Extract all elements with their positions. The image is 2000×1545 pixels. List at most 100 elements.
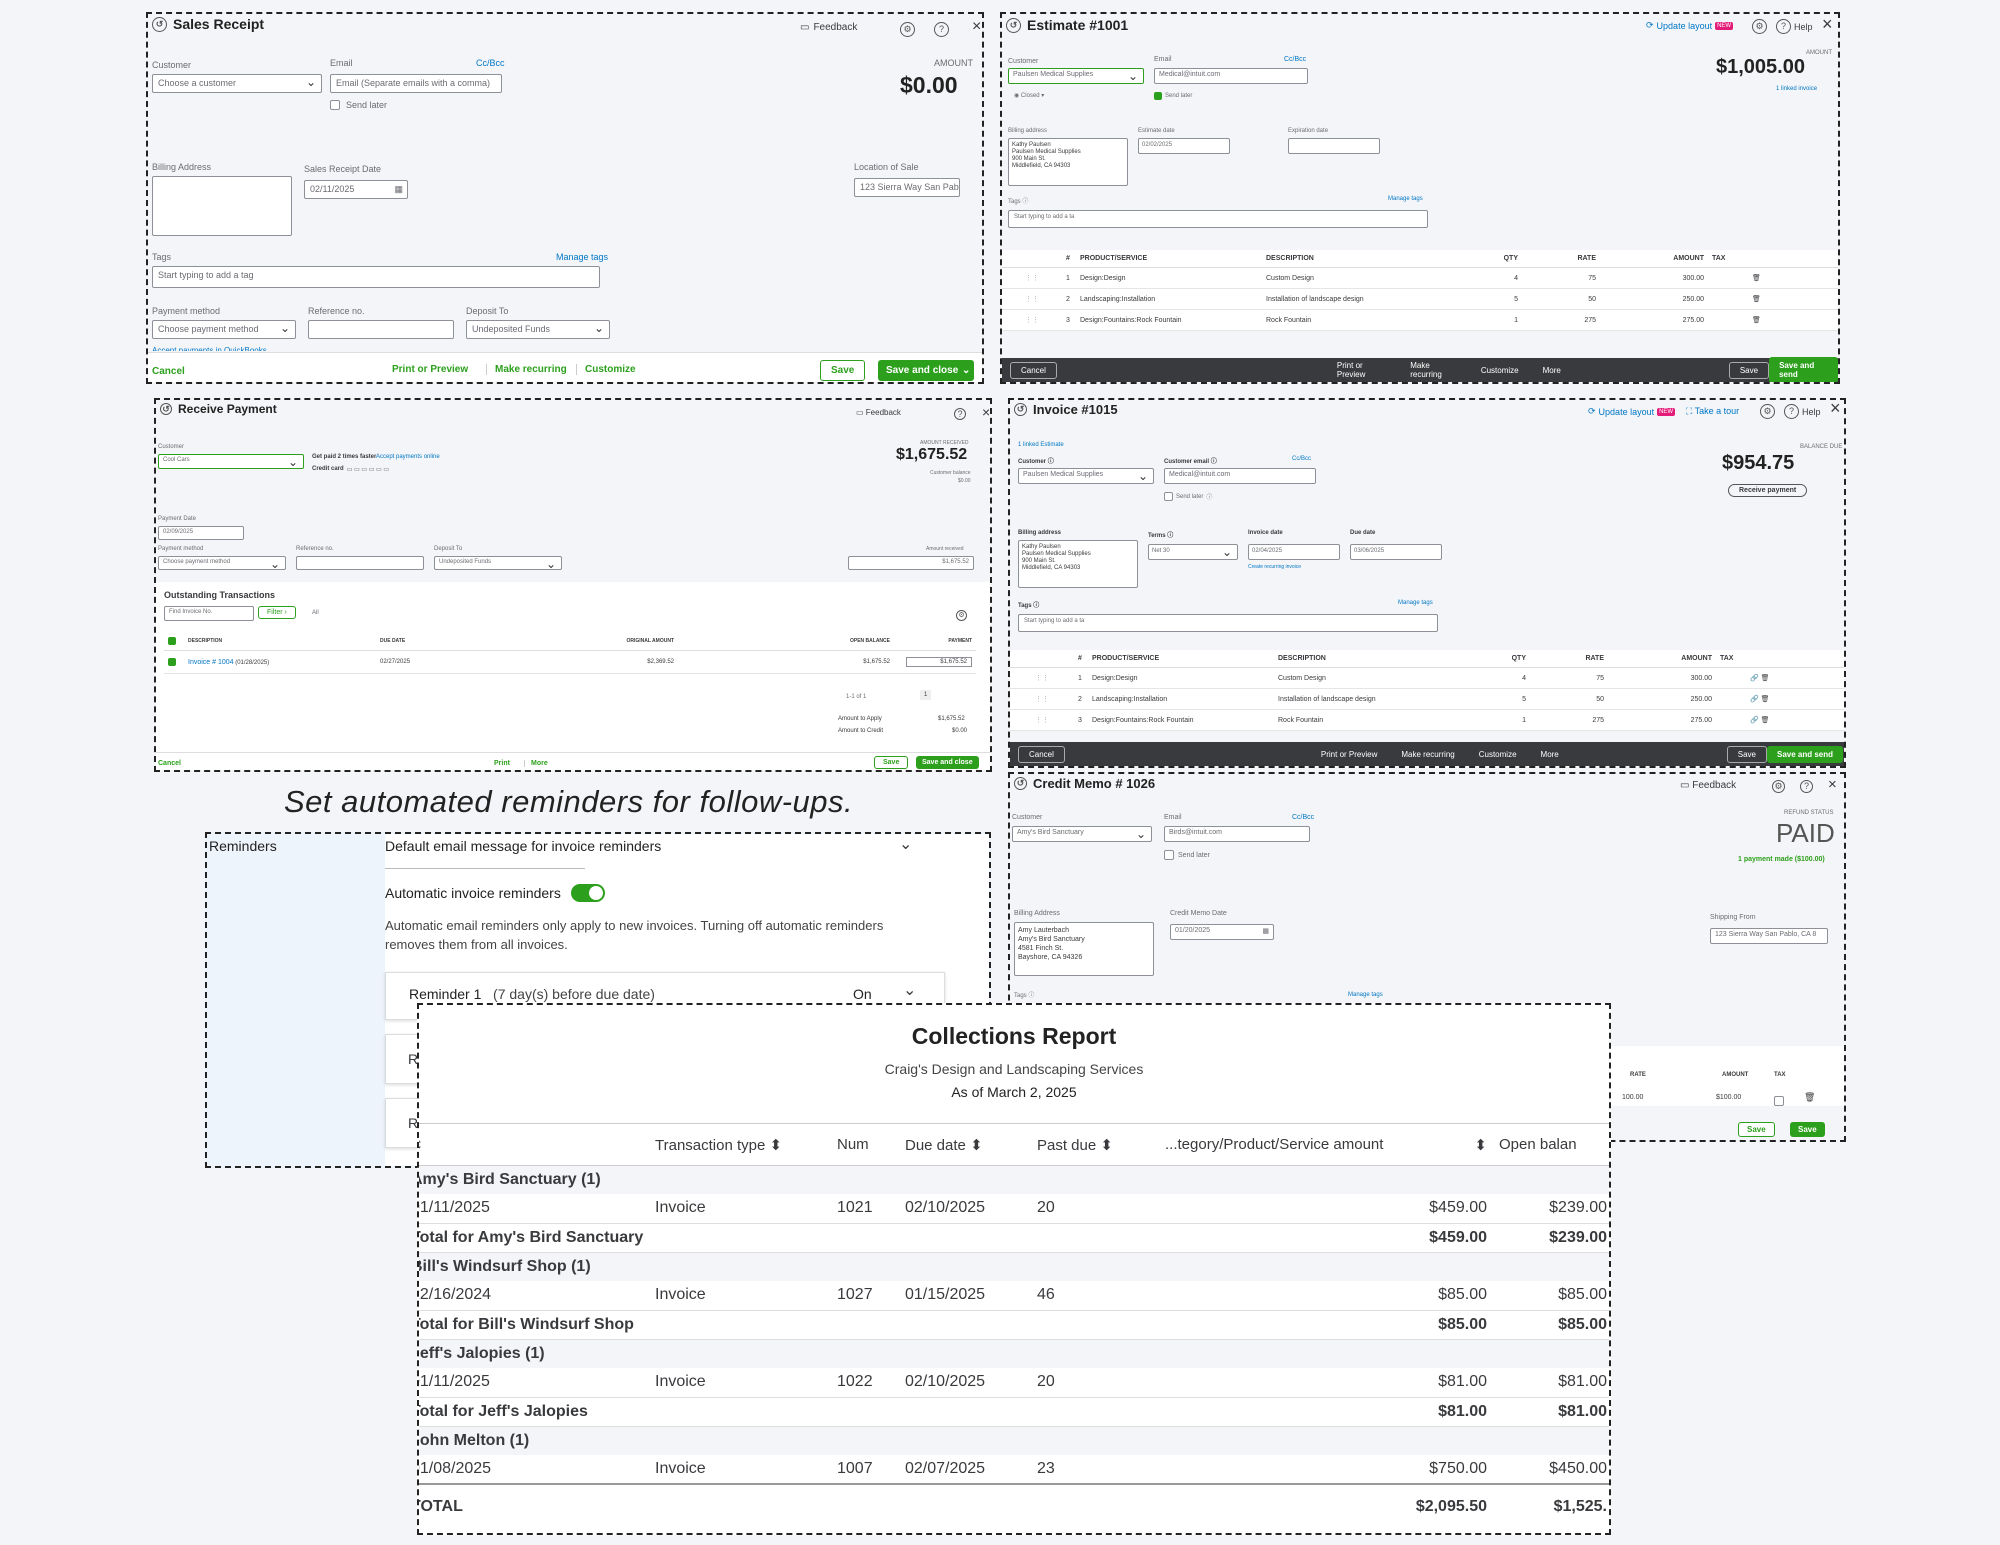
page-button[interactable]: 1 xyxy=(920,690,932,700)
save-button[interactable]: Save xyxy=(1738,1122,1775,1137)
close-icon[interactable]: × xyxy=(982,404,990,420)
trash-icon[interactable]: 🗑 xyxy=(1748,288,1838,310)
close-icon[interactable]: × xyxy=(1830,400,1841,419)
accept-payments-link[interactable]: Accept payments in QuickBooks xyxy=(152,346,267,351)
cc-bcc-link[interactable]: Cc/Bcc xyxy=(1292,456,1311,462)
feedback-button[interactable]: ▭ Feedback xyxy=(856,408,901,417)
more-button[interactable]: More xyxy=(1531,366,1573,375)
cell[interactable]: 5 xyxy=(1446,288,1522,310)
more-button[interactable]: More xyxy=(524,760,548,767)
checkbox-box[interactable] xyxy=(1154,92,1162,100)
table-row[interactable]: ⋮⋮ 1 Design:Design Custom Design 4 75 300.00 🗑 xyxy=(1002,267,1838,289)
send-later-checkbox[interactable]: Send later xyxy=(1154,92,1192,100)
payment-input[interactable]: $1,675.52 xyxy=(906,657,972,667)
cell[interactable]: Design:Design xyxy=(1088,667,1274,689)
cc-bcc-link[interactable]: Cc/Bcc xyxy=(1292,814,1314,821)
billing-address[interactable]: Kathy Paulsen Paulsen Medical Supplies 900… xyxy=(1008,138,1128,186)
terms-select[interactable]: Net 30 xyxy=(1148,544,1238,560)
help-button[interactable]: ? Help xyxy=(1784,404,1821,419)
create-recurring-link[interactable]: Create recurring invoice xyxy=(1248,564,1301,570)
sort-icon[interactable]: ⬍ xyxy=(419,1137,424,1154)
group-row[interactable]: Jeff's Jalopies (1) xyxy=(419,1339,1609,1368)
close-icon[interactable]: × xyxy=(1822,14,1833,35)
table-row[interactable]: Invoice # 1004 (01/28/2025) 02/27/2025 $2,… xyxy=(164,650,976,674)
reference-input[interactable] xyxy=(296,556,424,570)
save-close-button[interactable]: Save and close xyxy=(878,360,967,381)
billing-address-textarea[interactable] xyxy=(152,176,292,236)
make-recurring-button[interactable]: Make recurring xyxy=(486,364,567,375)
close-icon[interactable]: × xyxy=(972,18,981,36)
row-checkbox[interactable] xyxy=(168,658,176,666)
cancel-button[interactable]: Cancel xyxy=(158,760,181,767)
table-row[interactable]: 01/08/2025 Invoice 1007 02/07/2025 23 $750.00… xyxy=(419,1455,1609,1484)
help-icon[interactable]: ? xyxy=(954,408,966,420)
estimate-date-input[interactable]: 02/02/2025 xyxy=(1138,138,1230,154)
link-trash-icons[interactable]: 🔗 🗑 xyxy=(1746,709,1844,731)
status-dropdown[interactable]: ◉ Closed ▾ xyxy=(1014,92,1044,99)
header-cell[interactable]: Open balan xyxy=(1493,1125,1609,1165)
save-send-button[interactable]: Save and send xyxy=(1767,745,1844,763)
cell[interactable]: 1 xyxy=(1446,309,1522,331)
accept-online-link[interactable]: Accept payments online xyxy=(376,454,440,460)
cc-bcc-link[interactable]: Cc/Bcc xyxy=(1284,56,1306,63)
make-recurring-button[interactable]: Make recurring xyxy=(1398,361,1469,379)
customer-select[interactable]: Paulsen Medical Supplies xyxy=(1018,468,1154,484)
billing-address[interactable]: Amy Lauterbach Amy's Bird Sanctuary 4581 F… xyxy=(1014,922,1154,976)
customize-button[interactable]: Customize xyxy=(576,364,636,375)
expiration-input[interactable] xyxy=(1288,138,1380,154)
tags-input[interactable]: Start typing to add a ta xyxy=(1008,210,1428,228)
cell[interactable]: Landscaping:Installation xyxy=(1076,288,1262,310)
manage-tags-link[interactable]: Manage tags xyxy=(1348,992,1383,998)
save-close-button[interactable]: Save and close xyxy=(916,756,979,769)
drag-handle-icon[interactable]: ⋮⋮ xyxy=(1010,688,1074,710)
save-button[interactable]: Save xyxy=(1726,745,1767,763)
history-icon[interactable]: ↺ xyxy=(1014,777,1027,790)
drag-handle-icon[interactable]: ⋮⋮ xyxy=(1002,309,1062,331)
cell[interactable]: 4 xyxy=(1446,267,1522,289)
update-layout-link[interactable]: ⟳ Update layout NEW xyxy=(1588,406,1676,417)
feedback-button[interactable]: ▭ Feedback xyxy=(800,22,857,33)
drag-handle-icon[interactable]: ⋮⋮ xyxy=(1002,267,1062,289)
gear-icon[interactable]: ⚙ xyxy=(900,22,915,37)
group-row[interactable]: Amy's Bird Sanctuary (1) xyxy=(419,1165,1609,1194)
customize-button[interactable]: Customize xyxy=(1467,750,1529,759)
cell[interactable]: 5 xyxy=(1454,688,1530,710)
payment-made-link[interactable]: 1 payment made ($100.00) xyxy=(1738,856,1825,863)
header-cell[interactable]: Num xyxy=(831,1125,899,1165)
customize-button[interactable]: Customize xyxy=(1469,366,1531,375)
find-invoice-input[interactable]: Find Invoice No. xyxy=(164,606,254,621)
customer-select[interactable]: Choose a customer xyxy=(152,74,322,93)
table-row[interactable]: 12/16/2024 Invoice 1027 01/15/2025 46 $85.00 $… xyxy=(419,1281,1609,1310)
sort-icon[interactable]: ⬍ xyxy=(770,1137,783,1154)
save-options-chevron-icon[interactable]: ⌄ xyxy=(958,360,975,381)
table-row[interactable]: ⋮⋮ 2 Landscaping:Installation Installation … xyxy=(1010,688,1844,710)
save-button[interactable]: Save xyxy=(820,360,866,381)
send-later-checkbox[interactable]: Send later xyxy=(1164,850,1210,860)
help-button[interactable]: ? Help xyxy=(1776,19,1813,34)
help-icon[interactable]: ? xyxy=(934,22,949,37)
customer-select[interactable]: Paulsen Medical Supplies xyxy=(1008,68,1144,84)
location-input[interactable]: 123 Sierra Way San Pab xyxy=(854,178,960,197)
manage-tags-link[interactable]: Manage tags xyxy=(1388,196,1423,202)
send-later-checkbox[interactable]: Send later xyxy=(330,100,387,110)
save-button[interactable]: Save xyxy=(1728,361,1770,379)
print-preview-button[interactable]: Print or Preview xyxy=(1325,361,1398,379)
customer-select[interactable]: Cool Cars xyxy=(158,454,304,469)
cell[interactable]: 50 xyxy=(1530,688,1608,710)
calendar-icon[interactable]: ▦ xyxy=(1262,927,1269,935)
help-icon[interactable]: ? xyxy=(1800,780,1813,793)
cell[interactable]: Rock Fountain xyxy=(1274,709,1454,731)
cell[interactable]: 275 xyxy=(1530,709,1608,731)
table-row[interactable]: ⋮⋮ 2 Landscaping:Installation Installation … xyxy=(1002,288,1838,310)
invoice-link[interactable]: Invoice # 1004 xyxy=(188,659,234,666)
header-cell[interactable]: ...tegory/Product/Service amount ⬍ xyxy=(1159,1125,1493,1165)
save-primary-button[interactable]: Save xyxy=(1790,1122,1825,1137)
tags-input[interactable]: Start typing to add a tag xyxy=(152,266,600,288)
checkbox-box[interactable] xyxy=(1774,1095,1784,1106)
cell[interactable]: Design:Fountains:Rock Fountain xyxy=(1088,709,1274,731)
due-date-input[interactable]: 03/06/2025 xyxy=(1350,544,1442,560)
billing-address[interactable]: Kathy Paulsen Paulsen Medical Supplies 900… xyxy=(1018,540,1138,588)
gear-icon[interactable]: ⚙ xyxy=(1752,19,1767,34)
take-tour-link[interactable]: ⛶ Take a tour xyxy=(1686,406,1739,417)
tax-checkbox[interactable] xyxy=(1774,1092,1784,1110)
